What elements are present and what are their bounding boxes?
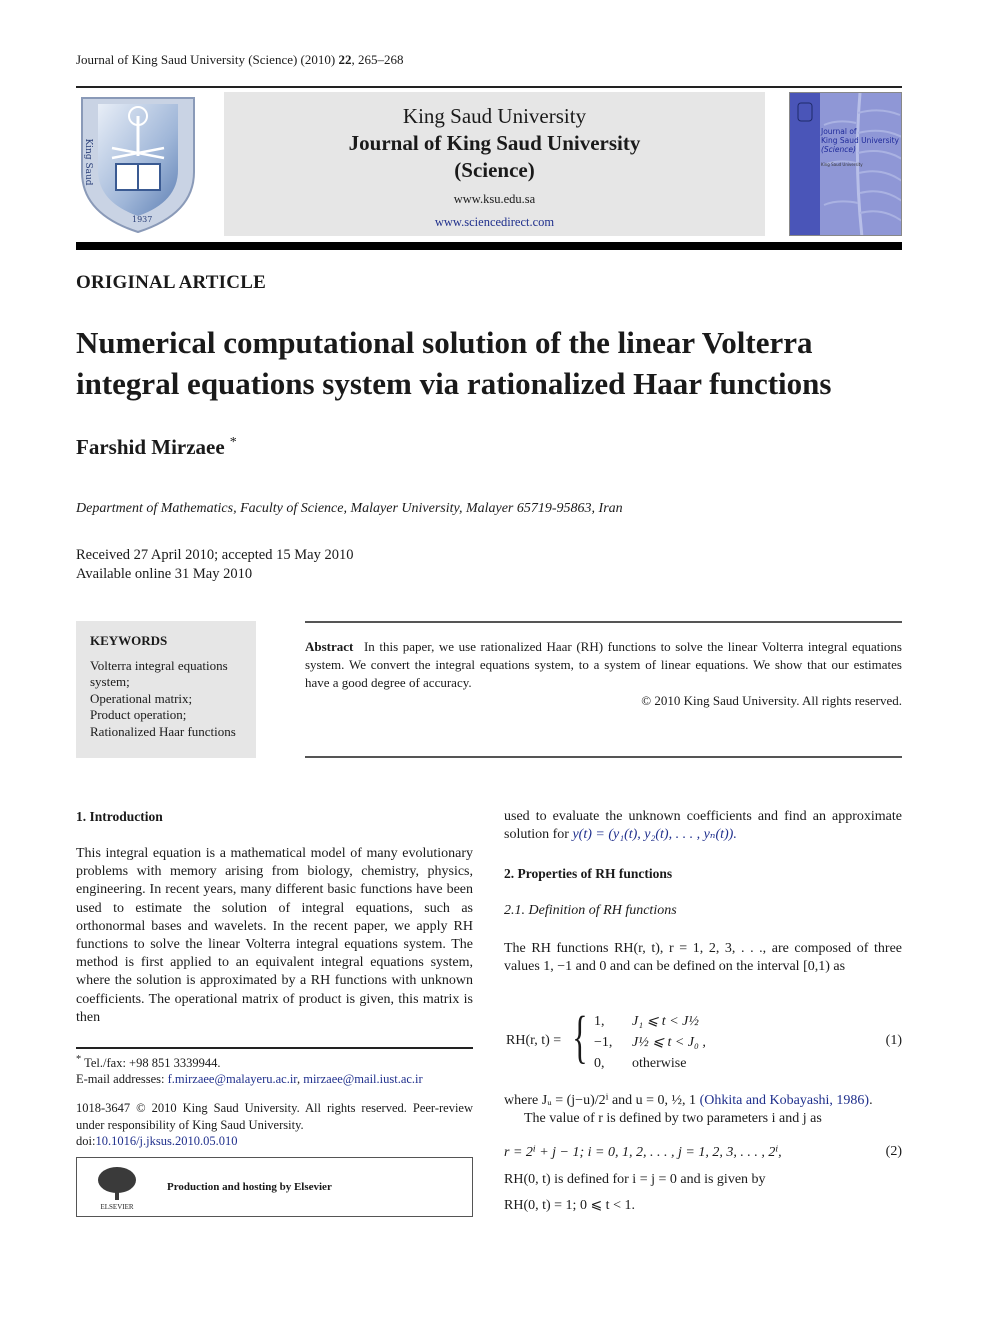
definition-text: The RH functions RH(r, t), r = 1, 2, 3, …	[504, 941, 902, 975]
footnote-contact: * Tel./fax: +98 851 3339944. E-mail addr…	[76, 1054, 423, 1087]
equation-2: r = 2ⁱ + j − 1; i = 0, 1, 2, . . . , j =…	[504, 1144, 902, 1160]
abstract: Abstract In this paper, we use rationali…	[305, 638, 902, 710]
journal-cover-thumbnail: Journal of King Saud University (Science…	[789, 92, 902, 236]
tel-fax: Tel./fax: +98 851 3339944.	[84, 1056, 221, 1071]
footnote-issn: 1018-3647 © 2010 King Saud University. A…	[76, 1101, 473, 1148]
journal-banner: King Saud University Journal of King Sau…	[224, 92, 765, 236]
ksu-url[interactable]: www.ksu.edu.sa	[224, 192, 765, 206]
elsevier-logo: ELSEVIER	[95, 1164, 139, 1211]
svg-text:ELSEVIER: ELSEVIER	[100, 1203, 133, 1210]
svg-text:1937: 1937	[132, 215, 152, 224]
keywords-box: KEYWORDS Volterra integral equations sys…	[76, 621, 256, 758]
email-link-1[interactable]: f.mirzaee@malayeru.ac.ir	[168, 1072, 297, 1086]
elsevier-hosting-text: Production and hosting by Elsevier	[167, 1181, 332, 1193]
cover-title: Journal of King Saud University (Science…	[821, 127, 899, 167]
university-logo: King Saud 1937	[76, 92, 200, 236]
svg-text:King Saud: King Saud	[83, 138, 93, 185]
article-type: ORIGINAL ARTICLE	[76, 272, 266, 293]
abstract-bottom-rule	[305, 756, 902, 758]
r-definition-text: The value of r is defined by two paramet…	[524, 1111, 822, 1126]
keywords-heading: KEYWORDS	[90, 633, 168, 648]
journal-title-line2: (Science)	[454, 158, 535, 182]
received-date: Received 27 April 2010; accepted 15 May …	[76, 547, 354, 563]
rh0-text: RH(0, t) is defined for i = j = 0 and is…	[504, 1172, 766, 1187]
keyword-item: Rationalized Haar functions	[90, 723, 236, 739]
article-dates: Received 27 April 2010; accepted 15 May …	[76, 546, 353, 584]
affiliation: Department of Mathematics, Faculty of Sc…	[76, 501, 623, 516]
keyword-item: Product operation;	[90, 707, 187, 722]
equation-cases: 1, J₁ ⩽ t < J½ −1, J½ ⩽ t < J₀ , 0, otherwi…	[594, 1014, 706, 1071]
email-link-2[interactable]: mirzaee@mail.iust.ac.ir	[303, 1072, 422, 1086]
equation-number: (2)	[885, 1144, 902, 1159]
abstract-text: In this paper, we use rationalized Haar …	[305, 639, 902, 690]
abstract-top-rule	[305, 621, 902, 623]
running-head: Journal of King Saud University (Science…	[76, 52, 404, 67]
keyword-item: Volterra integral equations system;	[90, 657, 228, 690]
keyword-item: Operational matrix;	[90, 690, 193, 706]
author: Farshid Mirzaee *	[76, 435, 237, 460]
abstract-label: Abstract	[305, 639, 354, 654]
equation-number: (1)	[885, 1033, 902, 1048]
section-heading-properties: 2. Properties of RH functions	[504, 866, 673, 881]
introduction-text: This integral equation is a mathematical…	[76, 846, 473, 1025]
where-text: where Jᵤ = (j−u)/2ⁱ and u = 0, ½, 1 (Ohk…	[504, 1093, 873, 1108]
online-date: Available online 31 May 2010	[76, 566, 253, 582]
top-rule	[76, 86, 902, 88]
author-name: Farshid Mirzaee	[76, 435, 225, 459]
sciencedirect-link[interactable]: www.sciencedirect.com	[224, 215, 765, 229]
citation-link[interactable]: (Ohkita and Kobayashi, 1986)	[700, 1093, 870, 1108]
banner-rule	[76, 242, 902, 250]
brace: {	[572, 1004, 588, 1069]
university-name: King Saud University	[402, 104, 587, 128]
footnote-rule	[76, 1047, 473, 1049]
right-column-continuation: used to evaluate the unknown coefficient…	[504, 809, 902, 843]
corresponding-marker[interactable]: *	[230, 435, 237, 450]
elsevier-box: ELSEVIER Production and hosting by Elsev…	[76, 1157, 473, 1217]
section-heading-introduction: 1. Introduction	[76, 809, 163, 824]
king-saud-seal-icon: King Saud 1937	[81, 97, 195, 234]
rh0-equation: RH(0, t) = 1; 0 ⩽ t < 1.	[504, 1198, 635, 1213]
subsection-heading-definition: 2.1. Definition of RH functions	[504, 903, 677, 918]
doi-link[interactable]: 10.1016/j.jksus.2010.05.010	[95, 1134, 237, 1148]
elsevier-tree-icon: ELSEVIER	[98, 1167, 136, 1211]
journal-title-line1: Journal of King Saud University	[348, 131, 641, 155]
equation-1: RH(r, t) = { 1, J₁ ⩽ t < J½ −1, J½ ⩽ t < J…	[504, 1008, 902, 1074]
abstract-copyright: © 2010 King Saud University. All rights …	[641, 693, 902, 708]
paper-title: Numerical computational solution of the …	[76, 325, 832, 401]
